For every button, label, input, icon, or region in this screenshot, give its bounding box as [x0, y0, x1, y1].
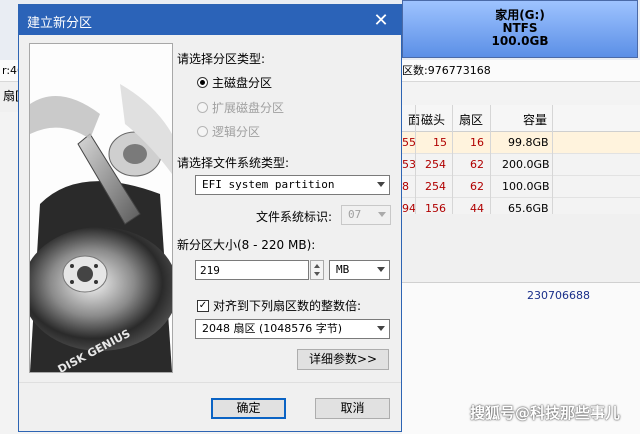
- table-cell: 16: [470, 136, 484, 149]
- close-icon[interactable]: ✕: [361, 5, 401, 35]
- radio-button[interactable]: [197, 77, 208, 88]
- hard-disk-image: DISK GENIUS: [29, 43, 173, 373]
- radio-label: 扩展磁盘分区: [212, 101, 285, 115]
- fs-id-label: 文件系统标识:: [256, 210, 333, 224]
- column-divider: [415, 105, 416, 214]
- spin-up-icon[interactable]: [314, 264, 320, 268]
- column-divider: [552, 105, 553, 214]
- col-header-face: 面: [408, 113, 421, 127]
- column-divider: [490, 105, 491, 214]
- table-cell: 55: [402, 136, 416, 149]
- table-cell: 254: [425, 158, 446, 171]
- new-partition-dialog: 建立新分区 ✕ DISK GENIUS 请选择分区类型: 主磁盘分区 扩展磁盘分…: [18, 4, 402, 432]
- partition-g-size: 100.0GB: [491, 34, 549, 48]
- col-header-sector: 扇区: [459, 113, 484, 127]
- radio-button[interactable]: [197, 102, 208, 113]
- chevron-down-icon: [377, 267, 385, 272]
- table-row[interactable]: 55 15 16 99.8GB: [402, 132, 640, 154]
- table-cell: 8: [402, 180, 409, 193]
- size-label: 新分区大小(8 - 220 MB):: [177, 238, 316, 252]
- table-cell: 254: [425, 180, 446, 193]
- table-header: 面 磁头 扇区 容量: [402, 105, 640, 132]
- spin-down-icon[interactable]: [314, 272, 320, 276]
- empty-table-area: [402, 214, 640, 283]
- fs-type-value: EFI system partition: [202, 178, 335, 191]
- col-header-head: 磁头: [421, 113, 446, 127]
- align-label: 对齐到下列扇区数的整数倍:: [213, 299, 362, 313]
- fs-id-value: 07: [348, 208, 362, 221]
- advanced-params-button[interactable]: 详细参数>>: [297, 349, 389, 370]
- table-cell: 15: [433, 136, 447, 149]
- partition-g-block[interactable]: 家用(G:) NTFS 100.0GB: [402, 0, 638, 58]
- radio-extended-partition[interactable]: 扩展磁盘分区: [197, 99, 284, 116]
- radio-logical-partition[interactable]: 逻辑分区: [197, 123, 260, 140]
- table-cell: 62: [470, 158, 484, 171]
- partition-table: 面 磁头 扇区 容量 55 15 16 99.8GB 53 254 62 200…: [402, 105, 640, 220]
- dialog-titlebar[interactable]: 建立新分区 ✕: [19, 5, 401, 35]
- radio-label: 主磁盘分区: [212, 76, 273, 90]
- chevron-down-icon: [377, 182, 385, 187]
- align-value: 2048 扇区 (1048576 字节): [202, 322, 343, 335]
- cancel-button[interactable]: 取消: [315, 398, 390, 419]
- table-cell: 62: [470, 180, 484, 193]
- radio-button[interactable]: [197, 126, 208, 137]
- col-header-capacity: 容量: [523, 113, 548, 127]
- size-input[interactable]: [195, 260, 309, 280]
- table-row[interactable]: 53 254 62 200.0GB: [402, 154, 640, 176]
- fs-type-label: 请选择文件系统类型:: [177, 156, 290, 170]
- fs-id-select[interactable]: 07: [341, 205, 391, 225]
- dialog-title: 建立新分区: [27, 16, 93, 31]
- fs-type-select[interactable]: EFI system partition: [195, 175, 390, 195]
- size-unit-value: MB: [336, 263, 350, 276]
- align-checkbox[interactable]: ✓: [197, 299, 209, 312]
- radio-primary-partition[interactable]: 主磁盘分区: [197, 74, 272, 91]
- column-divider: [452, 105, 453, 214]
- ok-button[interactable]: 确定: [211, 398, 286, 419]
- sector-number: 230706688: [527, 289, 590, 302]
- chevron-down-icon: [378, 212, 386, 217]
- dialog-footer: 确定 取消: [19, 382, 401, 431]
- table-cell: 200.0GB: [502, 158, 550, 171]
- partition-type-label: 请选择分区类型:: [177, 52, 266, 66]
- radio-label: 逻辑分区: [212, 125, 261, 139]
- chevron-down-icon: [377, 326, 385, 331]
- table-row[interactable]: 8 254 62 100.0GB: [402, 176, 640, 198]
- hard-disk-illustration: DISK GENIUS: [30, 44, 172, 372]
- align-checkbox-row[interactable]: ✓ 对齐到下列扇区数的整数倍:: [197, 297, 361, 314]
- watermark: 搜狐号@科技那些事儿: [470, 404, 621, 422]
- size-spinner[interactable]: [310, 260, 324, 280]
- table-cell: 99.8GB: [508, 136, 549, 149]
- size-unit-select[interactable]: MB: [329, 260, 390, 280]
- align-select[interactable]: 2048 扇区 (1048576 字节): [195, 319, 390, 339]
- disk-info-sectors: 区数:976773168: [402, 64, 491, 77]
- table-cell: 53: [402, 158, 416, 171]
- table-cell: 100.0GB: [502, 180, 550, 193]
